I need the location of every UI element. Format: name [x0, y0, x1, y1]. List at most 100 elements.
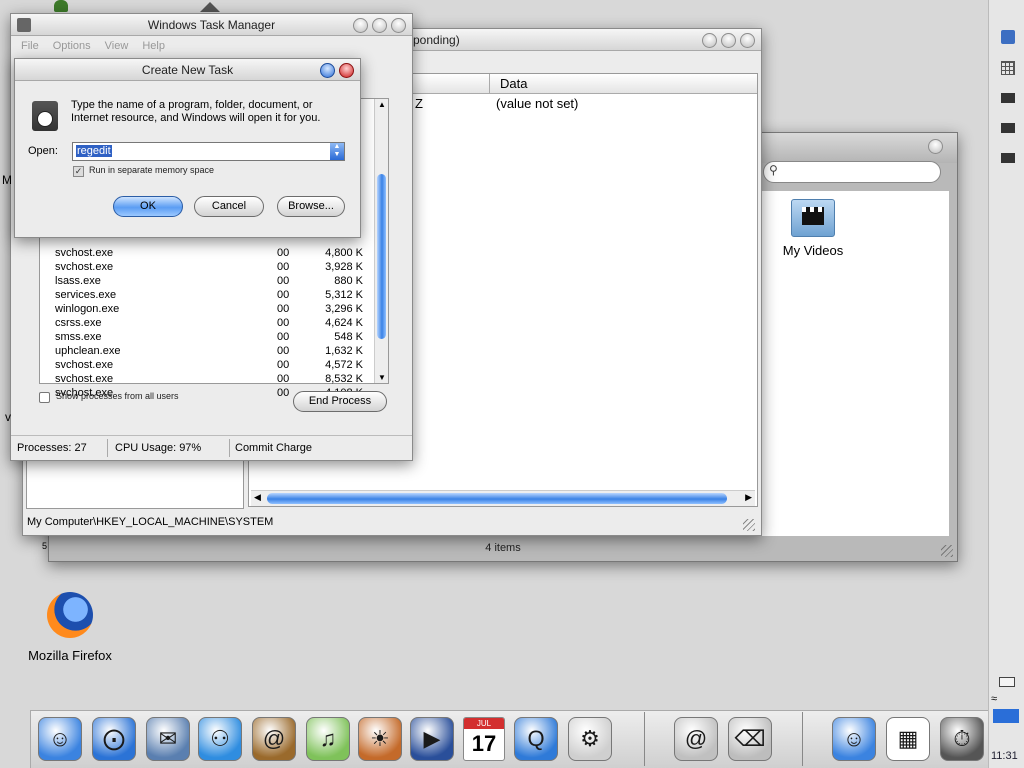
process-cpu: 00 [277, 275, 290, 287]
dropdown-arrows-icon[interactable]: ▲ ▼ [330, 143, 344, 160]
sidebar-widget-icon-1[interactable] [1001, 30, 1015, 44]
separate-memory-label: Run in separate memory space [89, 165, 215, 175]
dialog-help-button[interactable] [320, 63, 335, 78]
desktop-partial-5: 5 [42, 541, 48, 551]
clock: 11:31 [991, 750, 1018, 762]
menu-options[interactable]: Options [53, 37, 91, 55]
table-row[interactable]: lsass.exe 00 880 K [11, 275, 381, 289]
process-name: uphclean.exe [55, 345, 121, 357]
process-mem: 4,624 K [325, 317, 363, 329]
table-row[interactable]: smss.exe 00 548 K [11, 331, 381, 345]
mail-at-icon[interactable]: @ [672, 714, 720, 764]
my-videos-folder[interactable]: My Videos [773, 191, 853, 271]
sidebar-screen-icon-1[interactable] [1001, 93, 1015, 103]
taskmgr-titlebar: Windows Task Manager [11, 14, 412, 36]
process-name: winlogon.exe [55, 303, 120, 315]
values-hscroll[interactable]: ◀ ▶ [251, 490, 755, 506]
menu-view[interactable]: View [105, 37, 129, 55]
finder-status: 4 items [485, 542, 521, 554]
sidebar-screen-icon-2[interactable] [1001, 123, 1015, 133]
finder-zoom-button[interactable] [928, 139, 943, 154]
taskmgr-maximize-button[interactable] [372, 18, 387, 33]
process-mem: 5,312 K [325, 289, 363, 301]
task-manager-icon[interactable]: ⏱ [938, 714, 986, 764]
regedit-maximize-button[interactable] [721, 33, 736, 48]
desktop-icon-top[interactable] [54, 0, 68, 12]
grid-icon[interactable]: ▦ [884, 714, 932, 764]
separate-memory-checkbox[interactable]: ✓ [73, 166, 84, 177]
my-videos-label: My Videos [782, 243, 844, 258]
finder-resize-grip[interactable] [941, 545, 953, 557]
open-input-value[interactable]: regedit [76, 145, 112, 157]
imovie-icon[interactable]: ▶ [408, 714, 456, 764]
status-cpu: CPU Usage: 97% [115, 442, 202, 454]
system-preferences-icon[interactable]: ⚙ [566, 714, 614, 764]
menu-file[interactable]: File [21, 37, 39, 55]
sidebar-screen-icon-3[interactable] [1001, 153, 1015, 163]
dialog-title-buttons [320, 63, 354, 78]
show-all-label: Show processes from all users [56, 391, 179, 401]
status-divider-1 [107, 439, 108, 457]
safari-icon[interactable]: ⨀ [90, 714, 138, 764]
address-book-icon[interactable]: @ [250, 714, 298, 764]
taskmgr-minimize-button[interactable] [353, 18, 368, 33]
mail-icon[interactable]: ✉ [144, 714, 192, 764]
regedit-close-button[interactable] [740, 33, 755, 48]
dialog-close-button[interactable] [339, 63, 354, 78]
scroll-right-arrow-icon[interactable]: ▶ [745, 492, 752, 503]
quicktime-icon[interactable]: Q [512, 714, 560, 764]
table-row[interactable]: svchost.exe 00 4,572 K [11, 359, 381, 373]
process-mem: 1,632 K [325, 345, 363, 357]
finder-icon[interactable]: ☺ [830, 714, 878, 764]
process-cpu: 00 [277, 261, 290, 273]
browse-button[interactable]: Browse... [277, 196, 345, 217]
values-hscroll-thumb[interactable] [267, 493, 727, 504]
process-cpu: 00 [277, 387, 290, 399]
open-combobox[interactable]: regedit ▲ ▼ [72, 142, 345, 161]
ical-icon[interactable]: JUL 17 [460, 714, 508, 764]
value-name[interactable]: Z [415, 96, 423, 111]
firefox-desktop-icon[interactable]: Mozilla Firefox [18, 592, 122, 663]
process-cpu: 00 [277, 345, 290, 357]
network-icon[interactable] [993, 709, 1019, 723]
trash-icon[interactable]: ⌫ [726, 714, 774, 764]
table-row[interactable]: services.exe 00 5,312 K [11, 289, 381, 303]
desktop-house-icon[interactable] [200, 2, 220, 12]
process-cpu: 00 [277, 331, 290, 343]
cancel-button[interactable]: Cancel [194, 196, 264, 217]
ichat-icon[interactable]: ⚇ [196, 714, 244, 764]
wifi-icon[interactable]: ≈ [991, 693, 997, 705]
keyboard-icon[interactable] [999, 677, 1015, 687]
process-cpu: 00 [277, 289, 290, 301]
itunes-icon[interactable]: ♫ [304, 714, 352, 764]
sidebar-grid-icon[interactable] [1001, 61, 1015, 75]
menu-help[interactable]: Help [142, 37, 165, 55]
ok-button[interactable]: OK [113, 196, 183, 217]
process-name: svchost.exe [55, 359, 114, 371]
table-row[interactable]: uphclean.exe 00 1,632 K [11, 345, 381, 359]
finder-search-field[interactable]: ⚲ [763, 161, 941, 183]
data-column-header[interactable]: Data [489, 74, 527, 94]
process-cpu: 00 [277, 317, 290, 329]
desktop-partial-v: v [5, 410, 11, 424]
end-process-button[interactable]: End Process [293, 391, 387, 412]
dialog-title: Create New Task [141, 63, 234, 77]
process-cpu: 00 [277, 359, 290, 371]
table-row[interactable]: csrss.exe 00 4,624 K [11, 317, 381, 331]
process-name: svchost.exe [55, 247, 114, 259]
table-row[interactable]: winlogon.exe 00 3,296 K [11, 303, 381, 317]
table-row[interactable]: svchost.exe 00 4,800 K [11, 247, 381, 261]
taskmgr-close-button[interactable] [391, 18, 406, 33]
process-mem: 3,928 K [325, 261, 363, 273]
finder-icon[interactable]: ☺ [36, 714, 84, 764]
iphoto-icon[interactable]: ☀ [356, 714, 404, 764]
regedit-resize-grip[interactable] [743, 519, 755, 531]
regedit-minimize-button[interactable] [702, 33, 717, 48]
open-label: Open: [28, 145, 58, 157]
scroll-up-arrow-icon[interactable]: ▲ [378, 100, 386, 109]
right-sidebar: ≈ 11:31 [988, 0, 1024, 768]
table-row[interactable]: svchost.exe 00 3,928 K [11, 261, 381, 275]
scroll-left-arrow-icon[interactable]: ◀ [254, 492, 261, 503]
show-all-checkbox[interactable] [39, 392, 50, 403]
table-row[interactable]: svchost.exe 00 8,532 K [11, 373, 381, 387]
